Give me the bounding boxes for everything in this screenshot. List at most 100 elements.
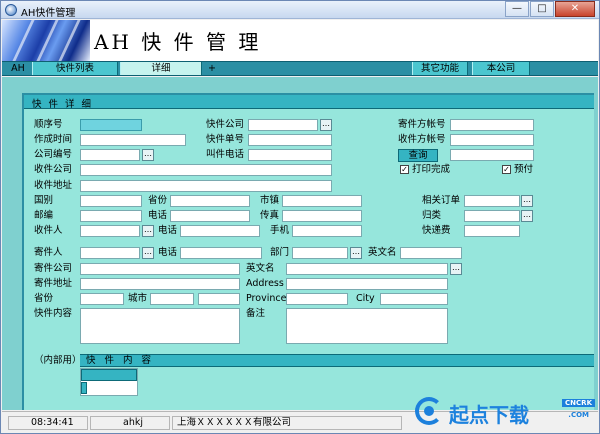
city2-input[interactable]: [150, 293, 194, 305]
ellipsis-icon: …: [523, 195, 531, 204]
banner-stripe: [36, 20, 59, 61]
panel-title: 快 件 详 细: [32, 99, 94, 110]
label-province-en: Province: [246, 293, 287, 304]
ellipsis-icon: …: [523, 210, 531, 219]
panel-header: 快 件 详 细: [24, 95, 594, 110]
label-phone3: 电话: [158, 247, 178, 258]
phone-input[interactable]: [170, 210, 250, 222]
window-title: AH快件管理: [21, 8, 76, 19]
phone3-input[interactable]: [180, 247, 262, 259]
ellipsis-icon: …: [144, 247, 152, 256]
en-name2-picker-button[interactable]: …: [450, 263, 462, 275]
tab-other-functions[interactable]: 其它功能: [412, 62, 468, 75]
fee-input[interactable]: [464, 225, 520, 237]
related-order-picker-button[interactable]: …: [521, 195, 533, 207]
dept-picker-button[interactable]: …: [350, 247, 362, 259]
label-sender-account: 寄件方帐号: [398, 119, 446, 130]
sender-company-input[interactable]: [80, 263, 240, 275]
en-name-input[interactable]: [400, 247, 462, 259]
label-zip: 邮编: [34, 210, 54, 221]
label-province: 省份: [148, 195, 168, 206]
related-order-input[interactable]: [464, 195, 520, 207]
recv-address-input[interactable]: [80, 180, 332, 192]
remarks-memo[interactable]: [286, 308, 448, 344]
label-en-name: 英文名: [368, 247, 397, 258]
label-fax: 传真: [260, 210, 280, 221]
tab-express-list[interactable]: 快件列表: [32, 62, 118, 75]
check-icon: ✓: [401, 165, 408, 174]
label-internal: （内部用）: [34, 355, 82, 366]
status-company: 上海ＸＸＸＸＸＸ有限公司: [172, 416, 402, 430]
express-no-input[interactable]: [248, 134, 332, 146]
label-sender-company: 寄件公司: [34, 263, 73, 274]
seq-input[interactable]: [80, 119, 142, 131]
tab-add-button[interactable]: +: [206, 62, 218, 75]
watermark-tag2: .COM: [568, 411, 589, 419]
label-call-phone: 叫件电话: [206, 149, 245, 160]
tab-bar: AH 快件列表 详细 + 其它功能 本公司: [2, 61, 598, 76]
grid-row-indicator[interactable]: [81, 382, 87, 394]
province2-input[interactable]: [80, 293, 124, 305]
city-en-input[interactable]: [380, 293, 448, 305]
content-memo[interactable]: [80, 308, 240, 344]
label-recv-company: 收件公司: [34, 164, 73, 175]
content-table-title: 快 件 内 容: [86, 355, 155, 366]
dept-input[interactable]: [292, 247, 348, 259]
district2-input[interactable]: [198, 293, 240, 305]
country-input[interactable]: [80, 195, 142, 207]
address-en-input[interactable]: [286, 278, 448, 290]
receiver-input[interactable]: [80, 225, 140, 237]
express-company-input[interactable]: [248, 119, 318, 131]
express-company-picker-button[interactable]: …: [320, 119, 332, 131]
sender-picker-button[interactable]: …: [142, 247, 154, 259]
status-company-text: 上海ＸＸＸＸＸＸ有限公司: [177, 417, 292, 428]
label-express-company: 快件公司: [206, 119, 245, 130]
receiver-account-input[interactable]: [450, 134, 534, 146]
en-name2-input[interactable]: [286, 263, 448, 275]
city-town-input[interactable]: [282, 195, 362, 207]
zip-input[interactable]: [80, 210, 142, 222]
company-no-input[interactable]: [80, 149, 140, 161]
prepaid-checkbox[interactable]: ✓: [502, 165, 511, 174]
phone2-input[interactable]: [180, 225, 260, 237]
company-no-picker-button[interactable]: …: [142, 149, 154, 161]
tab-our-company[interactable]: 本公司: [472, 62, 530, 75]
tab-detail[interactable]: 详细: [120, 62, 202, 75]
label-remarks: 备注: [246, 308, 266, 319]
banner-stripe: [58, 20, 81, 61]
tab-ah[interactable]: AH: [8, 62, 28, 75]
province-input[interactable]: [170, 195, 250, 207]
close-button[interactable]: ✕: [555, 1, 595, 17]
sender-input[interactable]: [80, 247, 140, 259]
query-button[interactable]: 查询: [398, 149, 438, 162]
province-en-input[interactable]: [286, 293, 348, 305]
sender-account-input[interactable]: [450, 119, 534, 131]
check-icon: ✓: [503, 165, 510, 174]
fax-input[interactable]: [282, 210, 362, 222]
watermark: 起点下载 CNCRK .COM: [415, 397, 595, 429]
app-icon: [5, 4, 17, 16]
category-picker-button[interactable]: …: [521, 210, 533, 222]
label-seq: 顺序号: [34, 119, 63, 130]
watermark-tag: CNCRK: [562, 399, 595, 407]
ellipsis-icon: …: [322, 119, 330, 128]
label-mobile: 手机: [270, 225, 290, 236]
label-express-no: 快件单号: [206, 134, 245, 145]
label-phone2: 电话: [158, 225, 178, 236]
content-grid[interactable]: [80, 368, 138, 396]
category-input[interactable]: [464, 210, 520, 222]
print-done-checkbox[interactable]: ✓: [400, 165, 409, 174]
status-time-text: 08:34:41: [31, 417, 74, 428]
call-phone-input[interactable]: [248, 149, 332, 161]
minimize-button[interactable]: —: [505, 1, 529, 17]
label-address-en: Address: [246, 278, 284, 289]
receiver-picker-button[interactable]: …: [142, 225, 154, 237]
label-category: 归类: [422, 210, 442, 221]
label-city2: 城市: [128, 293, 148, 304]
query-input[interactable]: [450, 149, 534, 161]
sender-address-input[interactable]: [80, 278, 240, 290]
created-input[interactable]: [80, 134, 186, 146]
recv-company-input[interactable]: [80, 164, 332, 176]
maximize-button[interactable]: □: [530, 1, 554, 17]
mobile-input[interactable]: [292, 225, 362, 237]
